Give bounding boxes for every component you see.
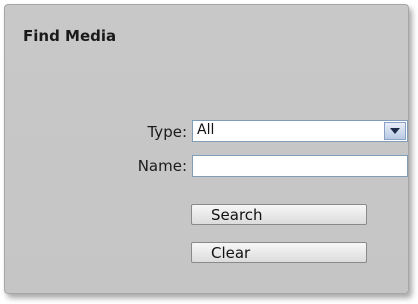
type-select[interactable]: All: [192, 120, 408, 142]
find-media-panel: Find Media Type: All Name: Search Clear: [4, 4, 409, 294]
clear-button[interactable]: Clear: [191, 242, 367, 263]
panel-title: Find Media: [23, 27, 117, 45]
name-input[interactable]: [192, 155, 408, 177]
chevron-down-icon[interactable]: [384, 122, 406, 140]
search-button[interactable]: Search: [191, 204, 367, 225]
type-select-value: All: [197, 122, 215, 138]
name-label: Name:: [137, 157, 187, 175]
type-label: Type:: [147, 123, 187, 141]
